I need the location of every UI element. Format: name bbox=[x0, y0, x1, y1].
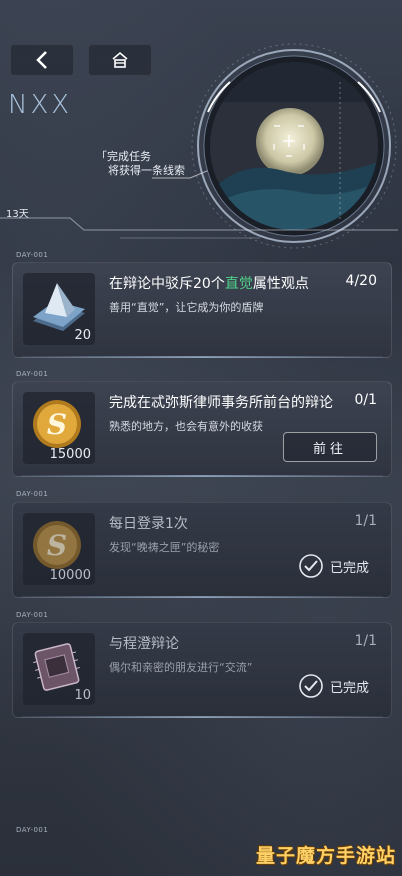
reward-item: 10 bbox=[23, 633, 95, 705]
quest-progress: 1/1 bbox=[354, 513, 377, 529]
quest-description: 发现“晚祷之匣”的秘密 bbox=[109, 541, 220, 554]
quest-title: 与程澄辩论 bbox=[109, 636, 179, 652]
quest-card: S 10000 每日登录1次 1/1 发现“晚祷之匣”的秘密 已完成 bbox=[12, 502, 392, 598]
reward-item: 20 bbox=[23, 273, 95, 345]
completed-label: 已完成 bbox=[329, 560, 369, 576]
svg-text:S: S bbox=[47, 408, 67, 441]
section-label: DAY-001 bbox=[16, 611, 49, 619]
quest-card: S 15000 完成在忒弥斯律师事务所前台的辩论 0/1 熟悉的地方，也会有意外… bbox=[12, 381, 392, 477]
check-circle-icon bbox=[299, 674, 323, 698]
brand-logo-text: NXX bbox=[8, 90, 73, 120]
go-button[interactable]: 前往 bbox=[283, 432, 377, 462]
quest-title: 每日登录1次 bbox=[109, 516, 188, 532]
brand-logo: NXX bbox=[8, 90, 72, 120]
home-button[interactable] bbox=[88, 44, 152, 76]
completed-badge: 已完成 bbox=[298, 553, 369, 579]
quest-title: 完成在忒弥斯律师事务所前台的辩论 bbox=[109, 395, 333, 411]
day-divider bbox=[0, 217, 398, 239]
back-button[interactable] bbox=[10, 44, 74, 76]
quest-card: 20 在辩论中驳斥20个直觉属性观点 4/20 善用“直觉”，让它成为你的盾牌 bbox=[12, 262, 392, 358]
check-circle-icon bbox=[299, 554, 323, 578]
completed-badge: 已完成 bbox=[298, 673, 369, 699]
quest-description: 善用“直觉”，让它成为你的盾牌 bbox=[109, 301, 264, 314]
quest-card: 10 与程澄辩论 1/1 偶尔和亲密的朋友进行“交流” 已完成 bbox=[12, 622, 392, 718]
reward-quantity: 15000 bbox=[49, 447, 91, 462]
quest-title-highlight: 直觉 bbox=[224, 276, 253, 292]
reward-quantity: 10000 bbox=[49, 568, 91, 583]
quest-title-text: 在辩论中驳斥20个 bbox=[109, 276, 225, 292]
reward-quantity: 10 bbox=[74, 688, 91, 703]
reward-item: S 15000 bbox=[23, 392, 95, 464]
quest-description: 熟悉的地方，也会有意外的收获 bbox=[109, 420, 263, 433]
section-label: DAY-001 bbox=[16, 370, 49, 378]
reward-quantity: 20 bbox=[74, 328, 91, 343]
section-label: DAY-001 bbox=[16, 826, 49, 834]
section-label: DAY-001 bbox=[16, 490, 49, 498]
quest-progress: 4/20 bbox=[345, 273, 377, 289]
quest-title: 在辩论中驳斥20个直觉属性观点 bbox=[109, 273, 309, 293]
quest-description: 偶尔和亲密的朋友进行“交流” bbox=[109, 661, 253, 674]
svg-text:S: S bbox=[47, 529, 67, 562]
section-label: DAY-001 bbox=[16, 251, 49, 259]
chevron-left-icon bbox=[36, 51, 47, 69]
watermark: 量子魔方手游站 bbox=[255, 845, 396, 867]
quest-progress: 1/1 bbox=[354, 633, 377, 649]
home-icon bbox=[112, 51, 128, 68]
quest-progress: 0/1 bbox=[354, 392, 377, 408]
quest-title-text: 属性观点 bbox=[252, 276, 309, 292]
completed-label: 已完成 bbox=[329, 680, 369, 696]
reward-item: S 10000 bbox=[23, 513, 95, 585]
